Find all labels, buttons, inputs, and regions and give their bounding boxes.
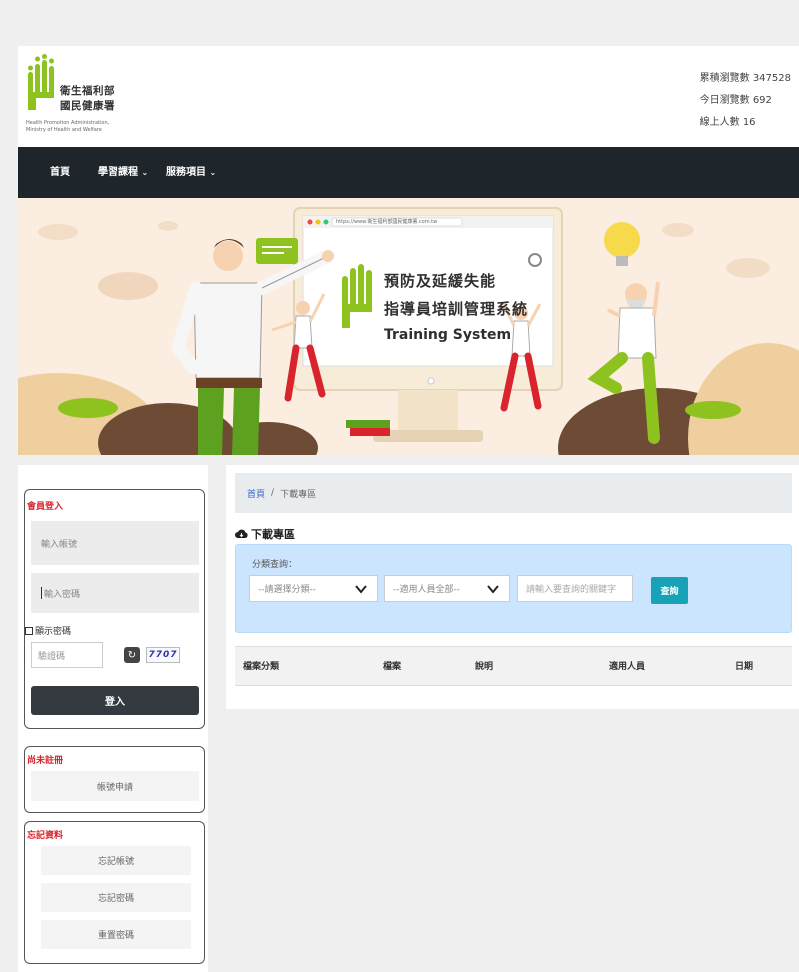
visit-stats: 累積瀏覽數 347528 今日瀏覽數 692 線上人數 16 <box>700 68 791 134</box>
chevron-down-icon: ⌄ <box>209 168 217 177</box>
account-apply-link[interactable]: 帳號申請 <box>31 771 199 801</box>
forgot-account-link[interactable]: 忘記帳號 <box>41 846 191 875</box>
query-button[interactable]: 查詢 <box>651 577 688 604</box>
keyword-input[interactable]: 請輸入要查詢的關鍵字 <box>517 575 633 602</box>
chevron-down-icon <box>355 585 367 594</box>
forgot-title: 忘記資料 <box>27 831 64 841</box>
category-select[interactable]: --請選擇分類-- <box>249 575 378 602</box>
chevron-down-icon <box>487 585 499 594</box>
logo-en-line2: Ministry of Health and Welfare <box>26 127 102 133</box>
register-title: 尚未註冊 <box>27 756 64 766</box>
banner-title-line2: 指導員培訓管理系統 <box>384 300 529 318</box>
forgot-panel: 忘記資料 忘記帳號 忘記密碼 重置密碼 <box>24 821 205 964</box>
category-select-value: --請選擇分類-- <box>258 585 316 595</box>
forgot-password-link[interactable]: 忘記密碼 <box>41 883 191 912</box>
logo-en-line1: Health Promotion Administration, <box>26 120 110 126</box>
nav-courses[interactable]: 學習課程 ⌄ <box>98 147 148 198</box>
register-panel: 尚未註冊 帳號申請 <box>24 746 205 813</box>
table-header: 檔案分類 檔案 說明 適用人員 日期 <box>235 646 792 686</box>
nav-courses-label: 學習課程 <box>98 167 138 178</box>
section-title: 下載專區 <box>235 526 295 542</box>
hand-logo-icon <box>28 54 54 110</box>
login-title: 會員登入 <box>27 502 64 512</box>
logo-name-line2: 國民健康署 <box>60 100 115 112</box>
user-select-value: --適用人員全部-- <box>393 585 460 595</box>
sidebar: 會員登入 輸入帳號 輸入密碼 顯示密碼 驗證碼 ↻ 7707 登入 尚未註冊 帳… <box>18 465 208 972</box>
password-placeholder: 輸入密碼 <box>44 589 81 600</box>
banner-url: https://www.衛生福利部國民健康署.com.tw <box>336 219 438 225</box>
refresh-icon[interactable]: ↻ <box>124 647 140 663</box>
logo-name-line1: 衛生福利部 <box>60 85 115 97</box>
user-select[interactable]: --適用人員全部-- <box>384 575 510 602</box>
total-views: 累積瀏覽數 347528 <box>699 73 791 84</box>
text-cursor <box>41 587 42 599</box>
login-button[interactable]: 登入 <box>31 686 199 715</box>
main-content: 首頁 / 下載專區 下載專區 分類查詢： --請選擇分類-- --適用人員全部-… <box>226 465 799 709</box>
show-password-option[interactable]: 顯示密碼 <box>25 624 71 637</box>
nav-services[interactable]: 服務項目 ⌄ <box>166 147 216 198</box>
breadcrumb: 首頁 / 下載專區 <box>235 473 792 513</box>
page: 衛生福利部 國民健康署 Health Promotion Administrat… <box>18 46 799 972</box>
site-header: 衛生福利部 國民健康署 Health Promotion Administrat… <box>18 46 799 147</box>
cloud-download-icon <box>235 529 248 538</box>
col-date: 日期 <box>735 662 754 672</box>
banner-title-line1: 預防及延緩失能 <box>384 272 497 290</box>
breadcrumb-current: 下載專區 <box>280 489 317 500</box>
password-input[interactable]: 輸入密碼 <box>31 573 199 613</box>
nav-services-label: 服務項目 <box>166 167 206 178</box>
logo-name: 衛生福利部 國民健康署 <box>60 84 115 114</box>
show-password-label: 顯示密碼 <box>35 627 72 637</box>
today-views: 今日瀏覽數 692 <box>699 95 772 106</box>
col-users: 適用人員 <box>609 662 646 672</box>
filter-label: 分類查詢： <box>252 560 298 570</box>
col-category: 檔案分類 <box>243 662 280 672</box>
online-users: 線上人數 16 <box>699 117 756 128</box>
hero-banner: https://www.衛生福利部國民健康署.com.tw 預防及延緩失能 指導… <box>18 198 799 455</box>
logo-english-name: Health Promotion Administration, Ministr… <box>26 120 136 134</box>
col-description: 說明 <box>475 662 494 672</box>
filter-panel: 分類查詢： --請選擇分類-- --適用人員全部-- 請輸入要查詢的關鍵字 查詢 <box>235 544 792 633</box>
show-password-checkbox[interactable] <box>25 626 33 635</box>
captcha-input[interactable]: 驗證碼 <box>31 642 103 668</box>
login-panel: 會員登入 輸入帳號 輸入密碼 顯示密碼 驗證碼 ↻ 7707 登入 <box>24 489 205 729</box>
logo[interactable]: 衛生福利部 國民健康署 Health Promotion Administrat… <box>26 54 136 144</box>
breadcrumb-home[interactable]: 首頁 <box>247 487 265 500</box>
banner-title-en: Training System <box>384 327 512 343</box>
account-input[interactable]: 輸入帳號 <box>31 521 199 565</box>
nav-home[interactable]: 首頁 <box>50 147 70 198</box>
main-nav: 首頁 學習課程 ⌄ 服務項目 ⌄ <box>18 147 799 198</box>
breadcrumb-separator: / <box>271 488 275 498</box>
section-title-text: 下載專區 <box>251 528 295 541</box>
chevron-down-icon: ⌄ <box>141 168 149 177</box>
reset-password-link[interactable]: 重置密碼 <box>41 920 191 949</box>
col-file: 檔案 <box>383 662 402 672</box>
captcha-image: 7707 <box>146 647 180 663</box>
